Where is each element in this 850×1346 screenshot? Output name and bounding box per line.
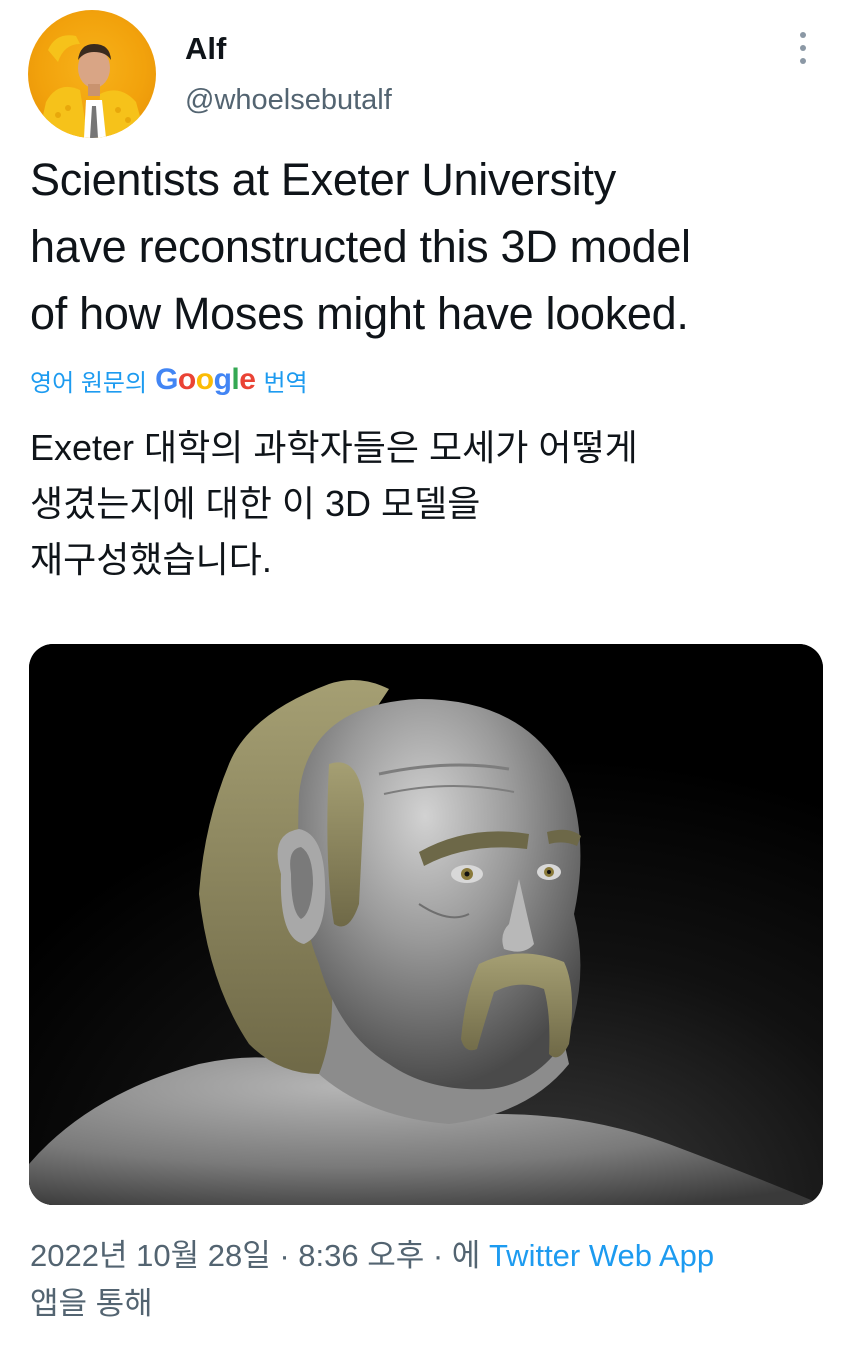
translated-text-line: Exeter 대학의 과학자들은 모세가 어떻게 xyxy=(30,427,638,468)
translated-text-line: 생겼는지에 대한 이 3D 모델을 xyxy=(30,483,481,524)
translate-suffix: 번역 xyxy=(263,369,308,397)
translated-text-line: 재구성했습니다. xyxy=(30,539,272,580)
avatar[interactable] xyxy=(28,10,156,138)
tweet-text-line: have reconstructed this 3D model xyxy=(30,221,691,272)
translate-prefix: 영어 원문의 xyxy=(30,369,148,397)
tweet-metadata: 2022년 10월 28일 · 8:36 오후 · 에 Twitter Web … xyxy=(30,1232,830,1328)
profile-photo-icon xyxy=(38,35,146,138)
translated-text: Exeter 대학의 과학자들은 모세가 어떻게 생겼는지에 대한 이 3D 모… xyxy=(30,420,820,588)
translated-from-english-by-google-link[interactable]: 영어 원문의 Google 번역 xyxy=(30,362,308,398)
3d-head-render-image xyxy=(29,644,823,1205)
google-logo: Google xyxy=(155,363,256,396)
more-options-button[interactable] xyxy=(786,28,820,68)
tweet-text: Scientists at Exeter University have rec… xyxy=(30,146,830,347)
display-name[interactable]: Alf xyxy=(185,30,226,68)
username-handle[interactable]: @whoelsebutalf xyxy=(185,82,392,118)
more-vertical-icon xyxy=(800,32,806,38)
tweet-timestamp[interactable]: 2022년 10월 28일 · 8:36 오후 · 에 xyxy=(30,1238,480,1273)
tweet-source-suffix: 앱을 통해 xyxy=(30,1286,153,1321)
more-vertical-icon-dot xyxy=(800,58,806,64)
tweet-text-line: Scientists at Exeter University xyxy=(30,154,616,205)
tweet-source-link[interactable]: Twitter Web App xyxy=(489,1238,714,1273)
tweet: Alf @whoelsebutalf Scientists at Exeter … xyxy=(0,0,850,1346)
tweet-media-image[interactable] xyxy=(29,644,823,1205)
more-vertical-icon-dot xyxy=(800,45,806,51)
tweet-text-line: of how Moses might have looked. xyxy=(30,288,689,339)
